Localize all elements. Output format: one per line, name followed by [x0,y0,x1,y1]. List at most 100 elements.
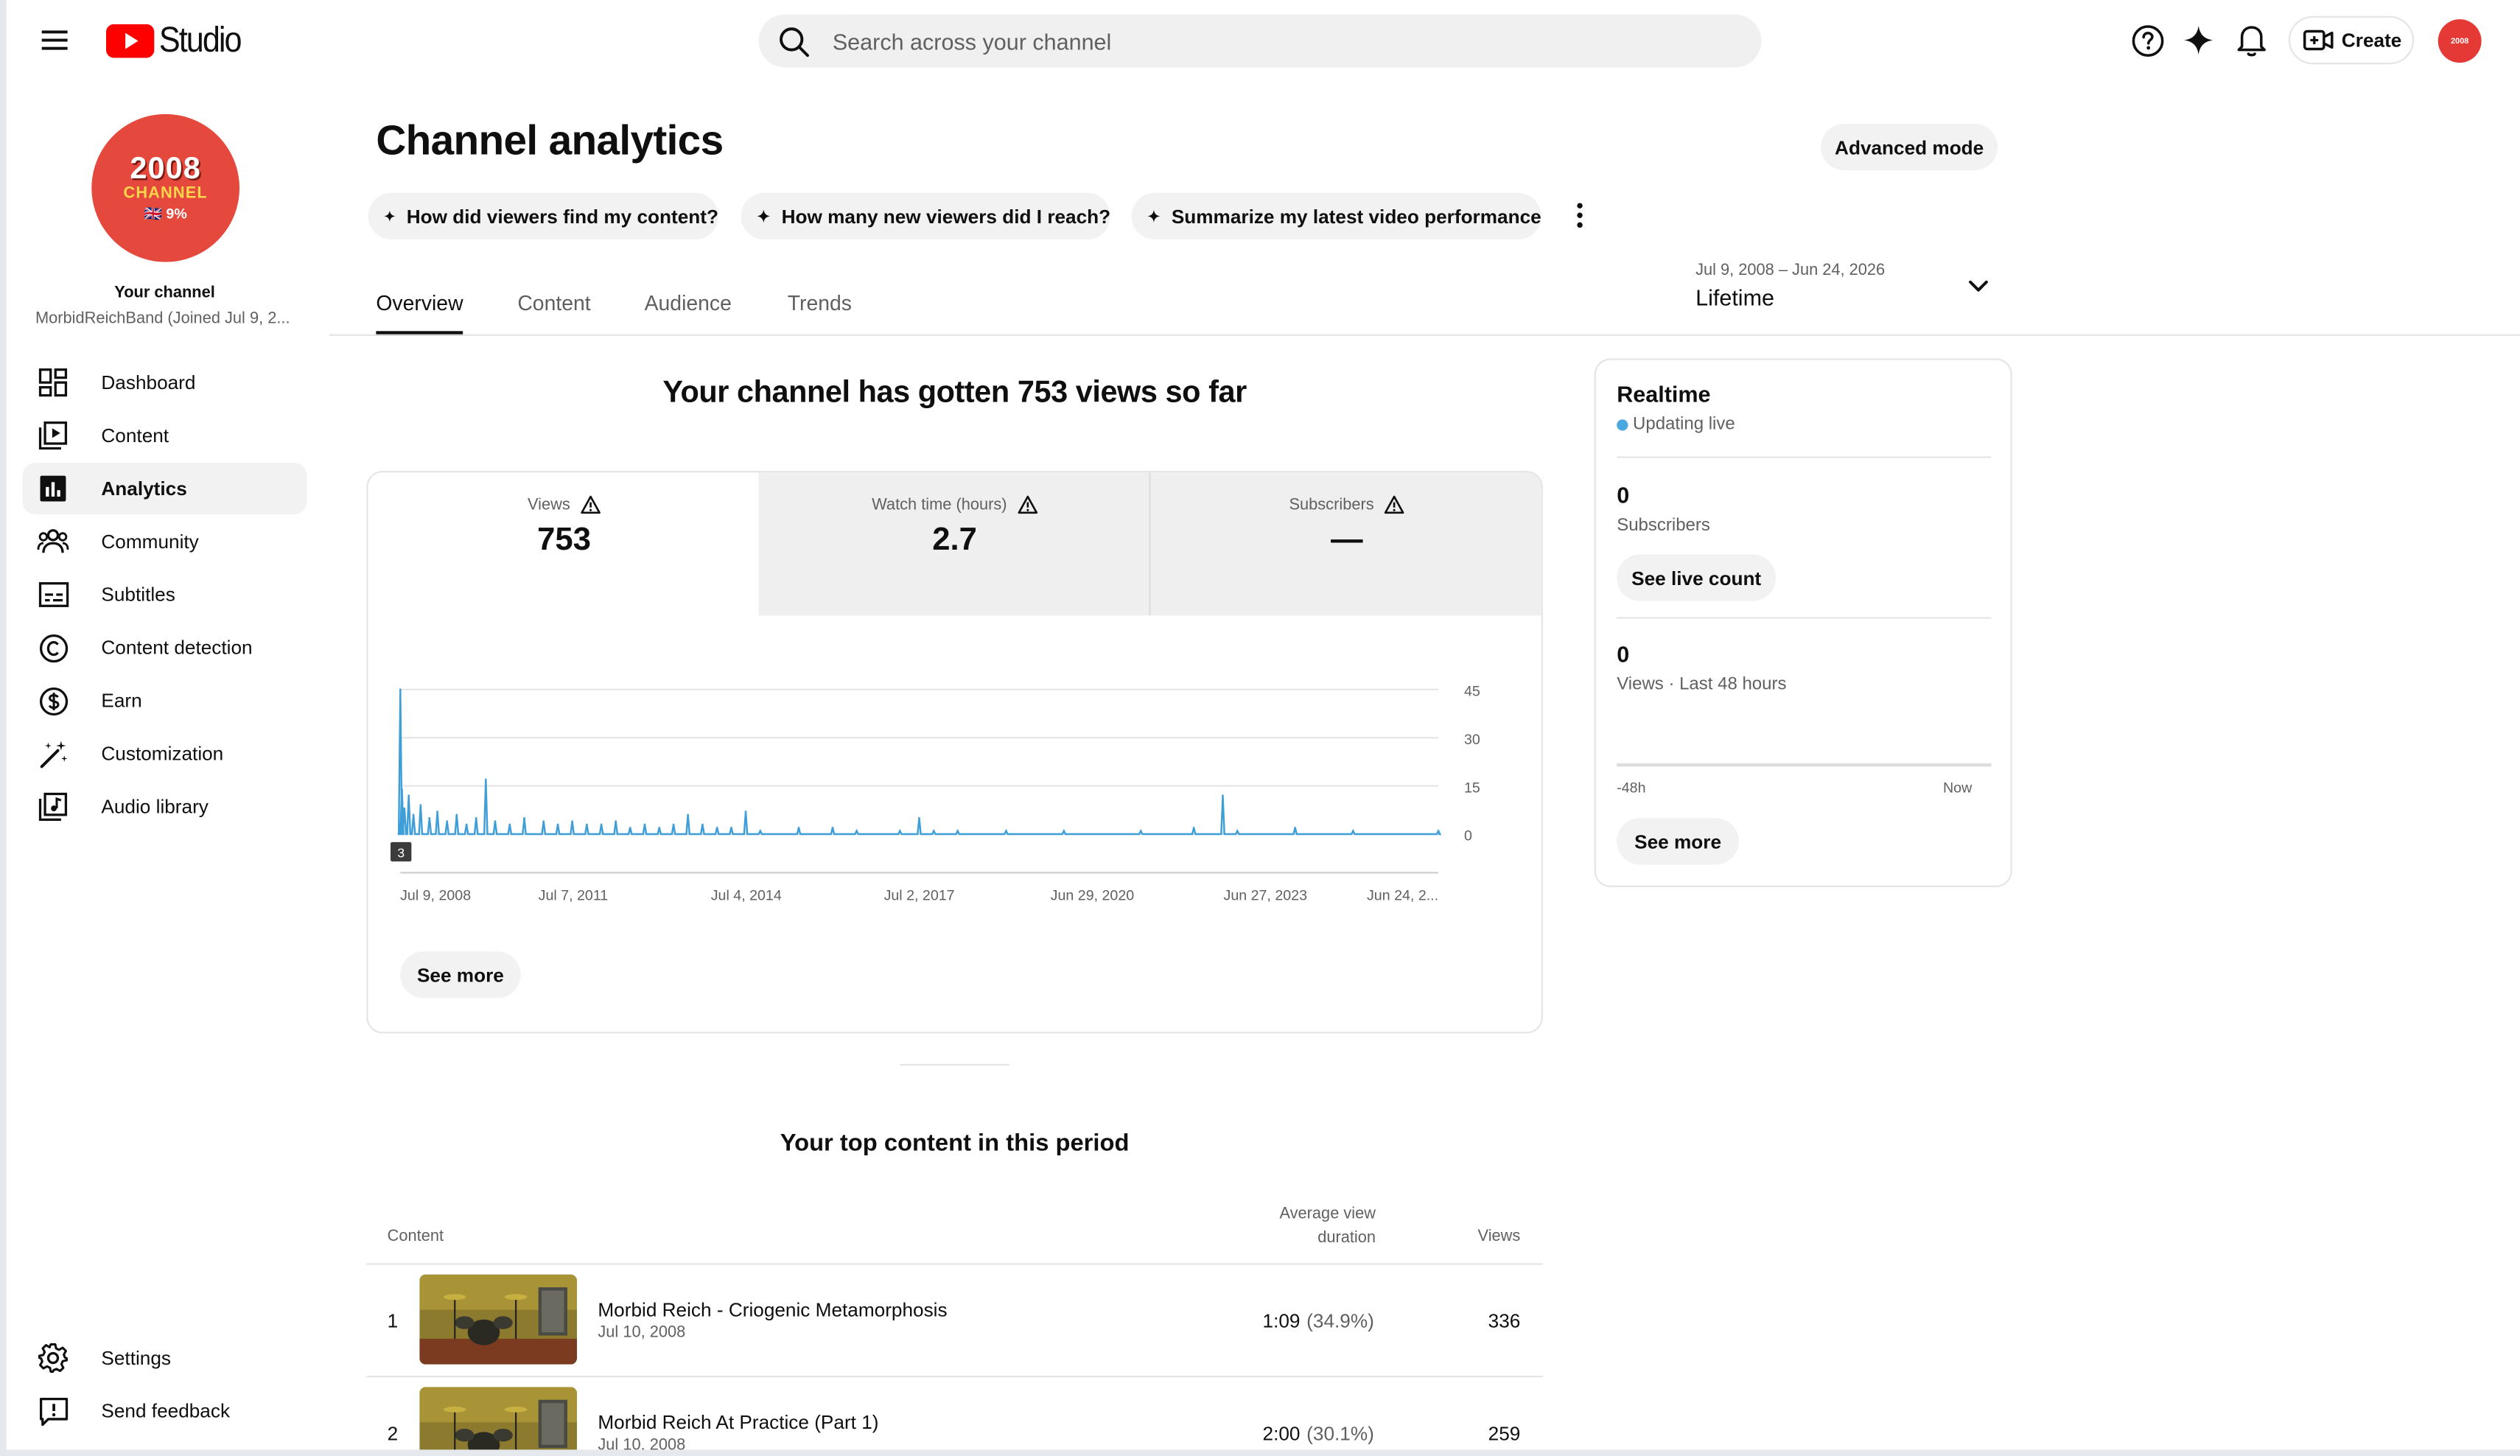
sparkle-icon [1147,209,1161,223]
sidebar-item-label: Content detection [101,636,253,659]
realtime-divider [1617,456,1992,458]
data-point [1139,830,1142,832]
x-tick-label: Jul 4, 2014 [711,887,782,903]
tab-content[interactable]: Content [517,291,590,315]
suggestion-chip-summarize-video[interactable]: Summarize my latest video performance [1131,192,1541,239]
data-point [523,816,525,819]
x-tick-label: Jun 24, 2... [1367,887,1438,903]
suggestion-chip-viewers-find[interactable]: How did viewers find my content? [368,192,718,239]
youtube-logo-icon [105,23,155,57]
data-point [1222,794,1224,797]
realtime-axis-start: -48h [1617,779,1646,796]
avatar-line-2: CHANNEL [123,183,208,202]
analytics-icon [37,472,69,505]
tab-audience[interactable]: Audience [645,291,732,315]
sidebar-item-label: Dashboard [101,371,196,394]
avd-percent: (30.1%) [1306,1422,1374,1445]
account-avatar[interactable]: 2008 [2437,19,2482,63]
data-point [615,820,617,822]
video-title[interactable]: Morbid Reich - Criogenic Metamorphosis [598,1298,947,1321]
sidebar-item-analytics[interactable]: Analytics [22,463,307,514]
data-point [797,826,800,829]
column-header-line: Average view [1279,1205,1376,1223]
see-live-count-button[interactable]: See live count [1617,554,1777,601]
video-thumbnail[interactable] [419,1387,578,1456]
avatar-line-1: 2008 [130,152,201,186]
sidebar-item-community[interactable]: Community [23,516,307,567]
data-point [1005,830,1007,832]
youtube-studio-logo[interactable]: Studio [105,19,250,61]
see-more-button[interactable]: See more [400,951,521,998]
data-point [1063,830,1065,832]
sidebar-item-content[interactable]: Content [23,410,307,461]
help-icon[interactable] [2128,21,2166,59]
sidebar-item-content-detection[interactable]: Content detection [23,622,307,673]
more-vert-icon[interactable] [1565,196,1594,234]
audio-library-icon [37,791,69,823]
create-video-icon [2303,29,2334,51]
video-title[interactable]: Morbid Reich At Practice (Part 1) [598,1411,878,1434]
avg-view-duration: 2:00 (30.1%) [1170,1422,1374,1445]
sidebar-item-audio-library[interactable]: Audio library [23,781,307,833]
data-point [831,826,834,829]
sidebar-item-settings[interactable]: Settings [23,1332,307,1384]
tab-trends[interactable]: Trends [788,291,852,315]
data-point [730,826,732,829]
realtime-title: Realtime [1617,380,1711,407]
sparkle-icon[interactable] [2180,21,2218,59]
realtime-axis-end: Now [1942,779,1973,796]
column-header-content: Content [387,1228,444,1246]
advanced-mode-button[interactable]: Advanced mode [1821,123,1998,171]
data-point [403,807,406,810]
tab-overview[interactable]: Overview [376,291,463,315]
data-point [399,688,402,691]
realtime-subscribers-value: 0 [1617,482,1630,508]
data-point [436,811,438,813]
realtime-see-more-button[interactable]: See more [1617,818,1739,865]
data-point [455,813,458,816]
channel-avatar[interactable]: 2008 CHANNEL 🇬🇧 9% [91,113,239,262]
chip-label: Summarize my latest video performance [1171,205,1541,228]
chevron-down-icon [1969,280,1988,292]
search-bar[interactable] [758,14,1762,68]
video-thumbnail[interactable] [419,1274,578,1365]
sidebar-item-label: Customization [101,742,224,766]
y-tick-label: 0 [1464,828,1472,844]
summary-heading: Your channel has gotten 753 views so far [662,376,1247,410]
data-point [1294,826,1296,829]
search-input[interactable] [832,28,1669,55]
page-title: Channel analytics [376,116,724,164]
data-point [744,811,747,813]
data-point [855,830,858,832]
x-tick-label: Jun 29, 2020 [1051,887,1135,903]
data-point [898,830,901,832]
data-point [658,826,661,829]
data-point [465,823,468,826]
metrics-card: Views 753 Watch time (hours) 2.7 Subscri… [366,471,1543,1034]
views-series-area [398,689,1441,835]
bell-icon[interactable] [2233,21,2271,59]
sidebar-item-subtitles[interactable]: Subtitles [23,569,307,620]
sidebar-item-customization[interactable]: Customization [23,728,307,780]
y-tick-label: 15 [1464,780,1480,796]
table-row[interactable]: 2 Morbid Reich At Practice (Part 1) Jul … [366,1377,1543,1456]
suggestion-chip-new-viewers[interactable]: How many new viewers did I reach? [741,192,1111,239]
table-row[interactable]: 1 Morbid Reich - Criogenic Metamorphosis… [366,1265,1543,1376]
data-point [643,823,646,826]
x-tick-label: Jul 7, 2011 [539,887,609,903]
sidebar-item-send-feedback[interactable]: Send feedback [23,1385,307,1437]
sparkle-icon [757,209,771,223]
views-chart[interactable]: 45 30 15 0 Jul 9, 2008 Jul 7, 2011 Jul 4, 201… [368,472,1542,939]
menu-icon[interactable] [32,19,77,61]
section-divider [900,1063,1009,1066]
realtime-card: Realtime Updating live 0 Subscribers See… [1594,358,2012,887]
column-header-views[interactable]: Views [1446,1228,1521,1245]
column-header-avg-view-duration[interactable]: Average view duration [1222,1202,1376,1250]
account-avatar-text: 2008 [2451,36,2469,46]
create-button[interactable]: Create [2288,15,2415,65]
row-rank: 2 [387,1422,399,1445]
sidebar-item-earn[interactable]: Earn [23,675,307,727]
date-range-selector[interactable]: Jul 9, 2008 – Jun 24, 2026 Lifetime [1695,262,2004,321]
data-point [1192,826,1195,829]
sidebar-item-dashboard[interactable]: Dashboard [23,357,307,408]
